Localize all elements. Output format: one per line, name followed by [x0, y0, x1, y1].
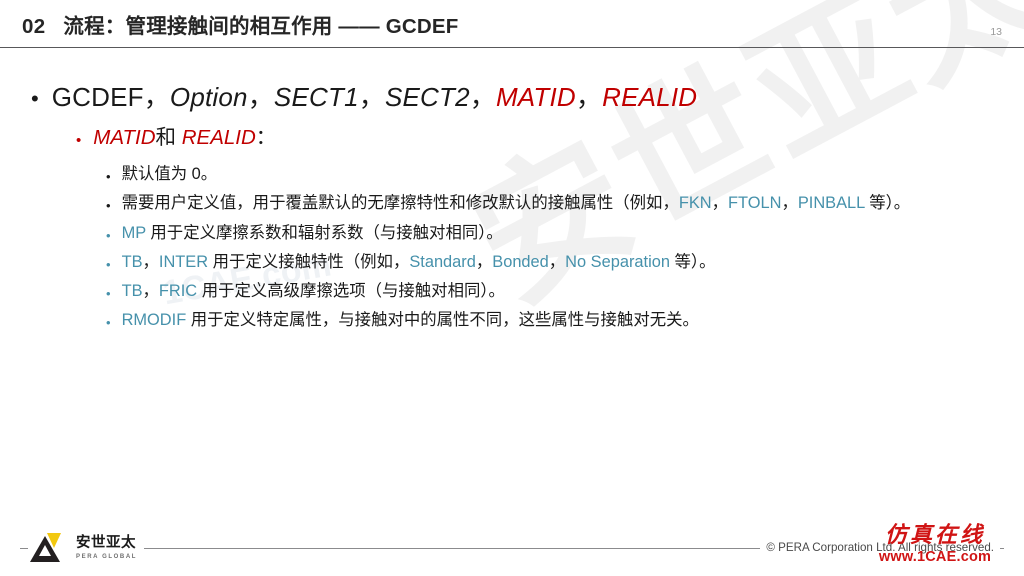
brand-logo-text: 安世亚太 PERA GLOBAL	[76, 536, 137, 560]
bullet-marker: •	[106, 198, 111, 214]
brand-name-en: PERA GLOBAL	[76, 553, 138, 560]
section-number: 02	[22, 15, 46, 38]
page-number: 13	[990, 26, 1002, 38]
text-run: ：	[255, 126, 277, 149]
text-run: FTOLN	[728, 194, 782, 213]
text-run: FKN	[678, 194, 712, 213]
bullet-level3-item: • RMODIF 用于定义特定属性，与接触对中的属性不同，这些属性与接触对无关。	[106, 309, 996, 332]
brand-logo: 安世亚太 PERA GLOBAL	[28, 524, 145, 572]
text-run: ，	[711, 194, 729, 213]
bullet-marker: •	[31, 86, 39, 111]
title-text: 流程：管理接触间的相互作用 —— GCDEF	[63, 15, 459, 38]
text-run: MP	[121, 223, 146, 242]
slide-body: • GCDEF，Option，SECT1，SECT2，MATID，REALID …	[0, 49, 1024, 519]
text-run: MATID	[495, 82, 576, 112]
bullet-level2-text: MATID和 REALID：	[93, 126, 277, 150]
bullet-level3-item: • 默认值为 0。	[106, 163, 996, 186]
text-run: Option	[169, 82, 248, 112]
text-run: ，	[142, 282, 159, 301]
text-run: ，	[142, 252, 159, 271]
bullet-marker: •	[106, 286, 111, 302]
text-run: ，	[475, 252, 493, 271]
bullet-level3-text: 默认值为 0。	[122, 163, 218, 186]
bullet-level3-text: TB，FRIC 用于定义高级摩擦选项（与接触对相同）。	[122, 280, 505, 303]
bullet-level3-item: • MP 用于定义摩擦系数和辐射系数（与接触对相同）。	[106, 222, 996, 245]
text-run: REALID	[602, 82, 698, 112]
bullet-level3-item: • TB，FRIC 用于定义高级摩擦选项（与接触对相同）。	[106, 280, 996, 303]
bullet-level3-text: RMODIF 用于定义特定属性，与接触对中的属性不同，这些属性与接触对无关。	[122, 309, 699, 332]
bullet-marker: •	[76, 132, 82, 149]
text-run: ，	[143, 82, 170, 112]
bullet-level2: • MATID和 REALID：	[76, 126, 277, 150]
text-run: RMODIF	[121, 311, 187, 330]
brand-name-cn: 安世亚太	[76, 535, 136, 552]
bullet-level1: • GCDEF，Option，SECT1，SECT2，MATID，REALID	[31, 83, 697, 112]
text-run: 默认值为 0。	[121, 165, 218, 183]
bullet-level3-text: TB，INTER 用于定义接触特性（例如，Standard，Bonded，No …	[122, 251, 716, 274]
bullet-marker: •	[106, 256, 111, 272]
text-run: INTER	[158, 252, 209, 271]
text-run: REALID	[181, 126, 256, 149]
text-run: 用于定义摩擦系数和辐射系数（与接触对相同）。	[145, 223, 503, 242]
text-run: TB	[121, 282, 143, 301]
text-run: MATID	[93, 126, 156, 149]
text-run: GCDEF	[51, 82, 144, 112]
slide-footer: 安世亚太 PERA GLOBAL © PERA Corporation Ltd.…	[0, 520, 1024, 576]
text-run: 等）。	[864, 194, 911, 213]
header-divider	[0, 47, 1024, 48]
text-run: 需要用户定义值，用于覆盖默认的无摩擦特性和修改默认的接触属性（例如，	[121, 194, 679, 213]
text-run: ，	[247, 82, 274, 112]
text-run: 用于定义特定属性，与接触对中的属性不同，这些属性与接触对无关。	[186, 311, 699, 330]
text-run: Standard	[409, 252, 476, 271]
bullet-marker: •	[106, 315, 111, 331]
text-run: Bonded	[492, 252, 549, 271]
text-run: SECT1	[273, 82, 359, 112]
bullet-level3-text: 需要用户定义值，用于覆盖默认的无摩擦特性和修改默认的接触属性（例如，FKN，FT…	[122, 192, 911, 215]
text-run: TB	[121, 252, 143, 271]
text-run: 和	[155, 126, 182, 149]
copyright-text: © PERA Corporation Ltd. All rights reser…	[760, 541, 1000, 554]
text-run: ，	[575, 82, 603, 112]
text-run: PINBALL	[797, 194, 865, 213]
text-run: No Separation	[565, 252, 670, 271]
pera-triangle-icon	[30, 531, 70, 565]
bullet-marker: •	[106, 169, 111, 184]
text-run: ，	[548, 252, 566, 271]
bullet-level3-item: • 需要用户定义值，用于覆盖默认的无摩擦特性和修改默认的接触属性（例如，FKN，F…	[106, 192, 996, 215]
text-run: FRIC	[158, 282, 198, 301]
bullet-level1-text: GCDEF，Option，SECT1，SECT2，MATID，REALID	[52, 83, 698, 112]
text-run: SECT2	[384, 82, 470, 112]
text-run: ，	[358, 82, 385, 112]
slide-header: 02 流程：管理接触间的相互作用 —— GCDEF 13	[0, 0, 1024, 49]
bullet-level3-list: • 默认值为 0。 • 需要用户定义值，用于覆盖默认的无摩擦特性和修改默认的接触属性（…	[106, 163, 996, 339]
bullet-marker: •	[106, 227, 111, 243]
bullet-level3-text: MP 用于定义摩擦系数和辐射系数（与接触对相同）。	[122, 222, 503, 245]
bullet-level3-item: • TB，INTER 用于定义接触特性（例如，Standard，Bonded，No…	[106, 251, 996, 274]
text-run: 用于定义高级摩擦选项（与接触对相同）。	[197, 282, 505, 301]
text-run: ，	[781, 194, 798, 213]
text-run: ，	[469, 82, 496, 112]
text-run: 用于定义接触特性（例如，	[208, 252, 410, 271]
text-run: 等）。	[669, 252, 716, 271]
page-title: 02 流程：管理接触间的相互作用 —— GCDEF	[22, 9, 458, 39]
